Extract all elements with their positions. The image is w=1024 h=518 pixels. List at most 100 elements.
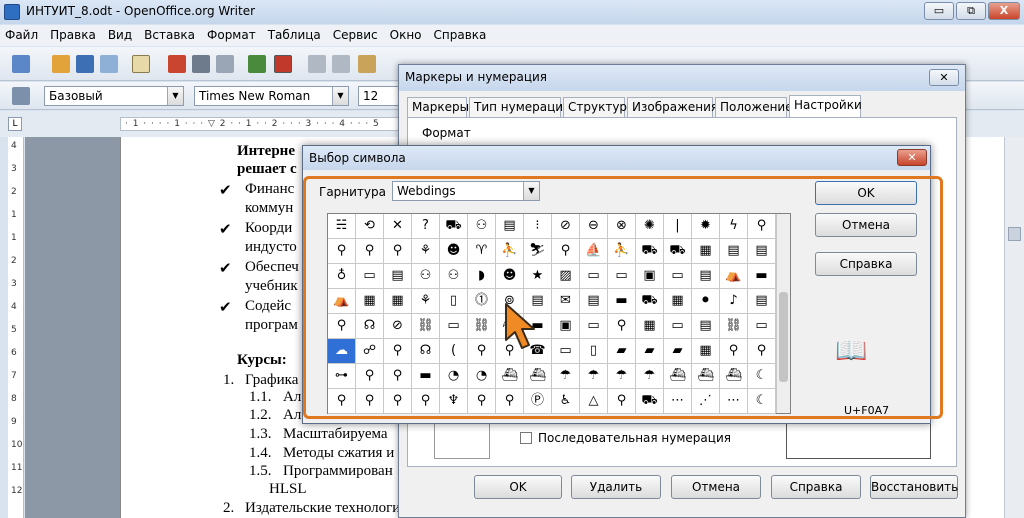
character-cell[interactable]: ⚲ <box>328 389 356 414</box>
character-cell[interactable]: ▰ <box>664 339 692 364</box>
styles-icon[interactable] <box>12 87 30 105</box>
maximize-button[interactable]: ⧉ <box>956 2 986 20</box>
character-cell[interactable]: ⛴ <box>692 364 720 389</box>
sequential-checkbox[interactable] <box>520 432 532 444</box>
character-cell[interactable]: ▭ <box>552 339 580 364</box>
ok-button[interactable]: OK <box>474 475 562 499</box>
menu-item[interactable]: Файл <box>5 25 38 42</box>
character-cell[interactable]: ⚲ <box>608 389 636 414</box>
character-cell[interactable]: ☂ <box>636 364 664 389</box>
character-cell[interactable]: ◔ <box>440 364 468 389</box>
character-cell[interactable]: ✺ <box>636 214 664 239</box>
character-cell[interactable]: ☾ <box>748 364 776 389</box>
character-cell[interactable]: ▤ <box>748 289 776 314</box>
print-icon[interactable] <box>192 55 210 73</box>
ok-button[interactable]: OK <box>815 181 917 205</box>
character-cell[interactable]: ⚘ <box>412 289 440 314</box>
character-cell[interactable]: ϟ <box>720 214 748 239</box>
character-cell[interactable]: ⊖ <box>580 214 608 239</box>
character-cell[interactable]: ▰ <box>608 339 636 364</box>
character-cell[interactable]: ⚲ <box>748 214 776 239</box>
character-cell[interactable]: ⊘ <box>552 214 580 239</box>
character-cell[interactable]: ? <box>412 214 440 239</box>
character-cell[interactable]: ⛷ <box>524 239 552 264</box>
character-cell[interactable]: ⛟ <box>636 289 664 314</box>
minimize-button[interactable]: ▭ <box>924 2 954 20</box>
character-cell[interactable]: ▦ <box>692 339 720 364</box>
character-grid[interactable]: ☾ ⋯ ⋰ ⋯ ⛟ ⚲ △ ♿ Ⓟ ⚲ ⚲ ♆ ⚲ ⚲ ⚲ ⚲ ☾ ⛴ ⛴ ⛴ ☂ ☂ ☂ ☂ ⛴ ⛴ ◔ ◔ ▬ ⚲ ⚲ ⊶ ⚲ ⚲ ▦ ▰ ▰ ▰ ▯ ▭… <box>327 213 791 414</box>
character-cell[interactable]: ⚲ <box>328 314 356 339</box>
character-cell[interactable]: ▤ <box>384 264 412 289</box>
character-cell[interactable]: ☍ <box>356 339 384 364</box>
tab-outline[interactable]: Структура <box>563 97 634 117</box>
character-cell[interactable]: ⚲ <box>328 239 356 264</box>
character-cell[interactable]: Ⓟ <box>524 389 552 414</box>
character-cell[interactable]: ⚲ <box>412 389 440 414</box>
character-cell[interactable]: ⚇ <box>440 264 468 289</box>
menu-item[interactable]: Окно <box>390 25 422 42</box>
character-cell[interactable]: ◔ <box>468 364 496 389</box>
character-cell[interactable]: ♁ <box>328 264 356 289</box>
menu-item[interactable]: Правка <box>50 25 96 42</box>
tab-options[interactable]: Настройки <box>789 95 862 118</box>
character-cell[interactable]: ☊ <box>356 314 384 339</box>
character-cell[interactable]: ★ <box>524 264 552 289</box>
chevron-down-icon[interactable]: ▼ <box>167 87 183 105</box>
tab-position[interactable]: Положение <box>715 97 793 117</box>
character-cell[interactable]: ⚲ <box>748 339 776 364</box>
character-cell[interactable]: ⛓ <box>412 314 440 339</box>
menu-item[interactable]: Вид <box>108 25 132 42</box>
character-cell[interactable]: ⚲ <box>384 339 412 364</box>
export-pdf-icon[interactable] <box>168 55 186 73</box>
character-cell[interactable]: ⛴ <box>524 364 552 389</box>
character-cell[interactable]: ⚫ <box>692 289 720 314</box>
character-cell[interactable]: ⛟ <box>636 389 664 414</box>
reset-button[interactable]: Восстановить <box>870 475 958 499</box>
close-icon[interactable]: ✕ <box>929 69 959 86</box>
copy-icon[interactable] <box>332 55 350 73</box>
menu-item[interactable]: Формат <box>207 25 256 42</box>
character-cell[interactable]: ☻ <box>440 239 468 264</box>
character-cell[interactable]: ⚲ <box>468 339 496 364</box>
character-cell[interactable]: ▨ <box>552 264 580 289</box>
character-cell[interactable]: ⋯ <box>720 389 748 414</box>
delete-button[interactable]: Удалить <box>571 475 661 499</box>
character-cell[interactable]: ▤ <box>692 264 720 289</box>
character-cell[interactable]: ▦ <box>356 289 384 314</box>
character-cell[interactable]: ▤ <box>748 239 776 264</box>
character-cell[interactable]: ⚲ <box>356 364 384 389</box>
character-cell[interactable]: ▭ <box>440 314 468 339</box>
character-cell[interactable]: ▤ <box>496 214 524 239</box>
scroll-thumb[interactable] <box>779 292 788 382</box>
character-cell[interactable]: ♈ <box>468 239 496 264</box>
character-cell[interactable]: ⚲ <box>384 239 412 264</box>
print-preview-icon[interactable] <box>216 55 234 73</box>
help-button[interactable]: Справка <box>771 475 861 499</box>
character-cell[interactable]: ⚇ <box>468 214 496 239</box>
character-cell[interactable]: ⚲ <box>552 239 580 264</box>
character-cell[interactable]: ⋯ <box>664 389 692 414</box>
character-cell[interactable]: ▭ <box>748 314 776 339</box>
character-cell[interactable]: ▬ <box>748 264 776 289</box>
character-cell[interactable]: ⚲ <box>720 339 748 364</box>
character-cell-selected[interactable]: ☁ <box>328 339 356 364</box>
character-cell[interactable]: ☊ <box>412 339 440 364</box>
character-cell[interactable]: ☂ <box>580 364 608 389</box>
chevron-down-icon[interactable]: ▼ <box>332 87 348 105</box>
character-cell[interactable]: ⊗ <box>608 214 636 239</box>
cancel-button[interactable]: Отмена <box>671 475 761 499</box>
character-cell[interactable]: △ <box>580 389 608 414</box>
character-cell[interactable]: ✕ <box>384 214 412 239</box>
character-cell[interactable]: ▣ <box>636 264 664 289</box>
character-cell[interactable]: ⚲ <box>496 389 524 414</box>
character-cell[interactable]: ⛹ <box>608 239 636 264</box>
font-name-combo[interactable]: Times New Roman ▼ <box>194 86 349 106</box>
spellcheck-icon[interactable] <box>248 55 266 73</box>
scroll-thumb[interactable] <box>1008 227 1021 241</box>
character-cell[interactable]: ⛴ <box>720 364 748 389</box>
character-cell[interactable]: ▦ <box>692 239 720 264</box>
close-icon[interactable]: ✕ <box>897 149 927 166</box>
menu-item[interactable]: Справка <box>434 25 487 42</box>
character-cell[interactable]: ⊶ <box>328 364 356 389</box>
grid-scrollbar[interactable] <box>776 214 790 413</box>
